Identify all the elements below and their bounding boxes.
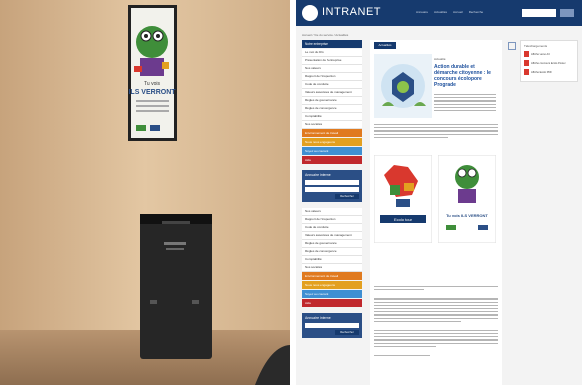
sidebar-item[interactable]: Règles de gouvernance <box>302 240 362 248</box>
feature-article: Actualité Action durable et démarche cit… <box>374 54 498 120</box>
search-button[interactable] <box>560 9 574 17</box>
office-photo-drawing: Tu vois ILS VERRONT <box>0 0 290 385</box>
sidebar-item[interactable]: Comptabilité <box>302 256 362 264</box>
top-menu-item[interactable]: Actualités <box>434 10 447 14</box>
office-photo: Tu vois ILS VERRONT <box>0 0 290 385</box>
downloads-column: Téléchargements Affiche verso A3 Affiche… <box>520 40 578 82</box>
feature-illustration <box>374 54 432 118</box>
poster-a-caption: Ecolo tour <box>394 217 413 222</box>
poster-b-caption: Tu vois ILS VERRONT <box>446 213 488 218</box>
directory-panel: Annuaire interne Rechercher <box>302 170 362 202</box>
top-bar: INTRANET Annuaire Actualités Accueil Rec… <box>296 0 582 26</box>
sidebar-item[interactable]: Règles de convergence <box>302 105 362 113</box>
sidebar: Notre entreprise Le mot du DG Présentati… <box>302 40 362 338</box>
poster-text-1: Tu vois <box>144 81 160 87</box>
directory-panel: Annuaire interne Rechercher <box>302 313 362 338</box>
feature-title[interactable]: Action durable et démarche citoyenne : l… <box>434 64 496 88</box>
sidebar-colored-item[interactable]: Environnement de travail <box>302 129 362 137</box>
intranet-page: INTRANET Annuaire Actualités Accueil Rec… <box>296 0 582 385</box>
print-icon[interactable] <box>508 42 516 50</box>
sidebar-item[interactable]: Nos sociétés <box>302 121 362 129</box>
logo-icon <box>302 5 318 21</box>
breadcrumb: Accueil / Vie du service / Actualités <box>302 33 349 37</box>
sidebar-item[interactable]: Le mot du DG <box>302 49 362 57</box>
poster-text-2: ILS VERRONT <box>128 89 176 96</box>
top-menu: Annuaire Actualités Accueil Recherche <box>416 10 483 14</box>
top-menu-item[interactable]: Accueil <box>453 10 463 14</box>
logo-text: INTRANET <box>322 6 381 18</box>
main-content: Actualités Actualité Action durable et d… <box>370 40 502 385</box>
top-menu-item[interactable]: Annuaire <box>416 10 428 14</box>
sidebar-item[interactable]: Rapport de l'inspection <box>302 216 362 224</box>
sidebar-item[interactable]: Valeurs associées de management <box>302 89 362 97</box>
search-input[interactable] <box>522 9 556 17</box>
downloads-box: Téléchargements Affiche verso A3 Affiche… <box>520 40 578 82</box>
intro-text <box>374 124 498 140</box>
sidebar-colored-item[interactable]: Nous nous engageons <box>302 138 362 146</box>
sidebar-colored-item[interactable]: Soyez au courant <box>302 147 362 155</box>
sidebar-item[interactable]: Valeurs associées de management <box>302 232 362 240</box>
sidebar-item[interactable]: Nos sociétés <box>302 264 362 272</box>
panel-input[interactable] <box>305 323 359 328</box>
sidebar-colored-item[interactable]: Environnement de travail <box>302 272 362 280</box>
recycling-bin <box>140 214 212 359</box>
panel-title: Annuaire interne <box>305 316 331 320</box>
panel-input[interactable] <box>305 180 359 185</box>
panel-button[interactable]: Rechercher <box>335 194 359 199</box>
pdf-icon <box>524 69 529 75</box>
sidebar-item[interactable]: Rapport de l'inspection <box>302 73 362 81</box>
sidebar-item[interactable]: Code de conduite <box>302 224 362 232</box>
sidebar-item[interactable]: Présentation de l'entreprise <box>302 57 362 65</box>
sidebar-item[interactable]: Comptabilité <box>302 113 362 121</box>
download-item[interactable]: Affiche verso A3 <box>524 51 574 57</box>
panel-input[interactable] <box>305 187 359 192</box>
sidebar-colored-item[interactable]: Aide <box>302 299 362 307</box>
sidebar-colored-item[interactable]: Aide <box>302 156 362 164</box>
sidebar-item[interactable]: Règles de gouvernance <box>302 97 362 105</box>
panel-button[interactable]: Rechercher <box>335 330 359 335</box>
top-menu-item[interactable]: Recherche <box>469 10 484 14</box>
pdf-icon <box>524 60 529 66</box>
news-button[interactable]: Actualités <box>374 42 396 49</box>
poster-gallery: Ecolo tour Tu vois ILS VERRONT <box>374 155 498 250</box>
poster-thumbnail-a[interactable]: Ecolo tour <box>374 155 432 243</box>
sidebar-item[interactable]: Code de conduite <box>302 81 362 89</box>
downloads-title: Téléchargements <box>524 44 548 48</box>
sidebar-header[interactable]: Notre entreprise <box>302 40 362 48</box>
sidebar-item[interactable]: Nos valeurs <box>302 208 362 216</box>
download-item[interactable]: Affiche Ecolo PDF <box>524 69 574 75</box>
panel-title: Annuaire interne <box>305 173 331 177</box>
pdf-icon <box>524 51 529 57</box>
feature-text <box>434 94 496 113</box>
sidebar-colored-item[interactable]: Nous nous engageons <box>302 281 362 289</box>
download-item[interactable]: Affiche concours Ecolo Poster <box>524 60 574 66</box>
poster-thumbnail-b[interactable]: Tu vois ILS VERRONT <box>438 155 496 243</box>
sidebar-item[interactable]: Nos valeurs <box>302 65 362 73</box>
sidebar-colored-item[interactable]: Soyez au courant <box>302 290 362 298</box>
sidebar-item[interactable]: Règles de convergence <box>302 248 362 256</box>
feature-category: Actualité <box>434 57 446 61</box>
body-text <box>374 286 498 358</box>
